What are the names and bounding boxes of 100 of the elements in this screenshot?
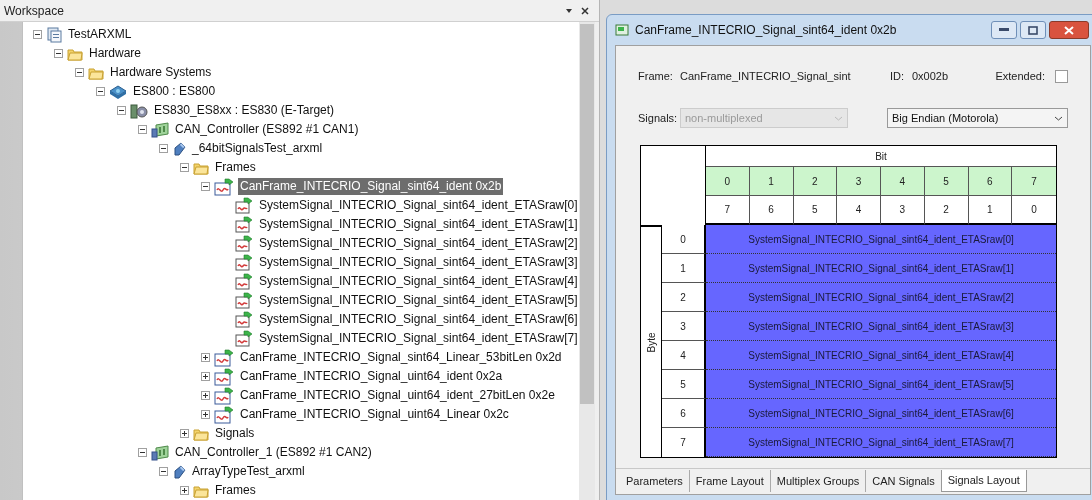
tree-item[interactable]: ArrayTypeTest_arxml [190,463,307,480]
collapse-button[interactable] [201,182,210,191]
tree-item[interactable]: CanFrame_INTECRIO_Signal_uint64_Linear 0x2c [238,406,511,423]
expand-button[interactable] [201,410,210,419]
expand-button[interactable] [180,486,189,495]
tree-item[interactable]: TestARXML [66,26,134,43]
collapse-button[interactable] [117,106,126,115]
tree-item[interactable]: CanFrame_INTECRIO_Signal_uint64_ident 0x2a [238,368,505,385]
tab[interactable]: Frame Layout [689,470,771,492]
frame-id-value: 0x002b [912,68,950,84]
dropdown-arrow-icon[interactable] [565,7,573,14]
tab[interactable]: CAN Signals [866,470,941,492]
bit-number: 3 [881,196,925,225]
tree-item[interactable]: Hardware [87,45,144,62]
tree-item[interactable]: _64bitSignalsTest_arxml [190,140,325,157]
collapse-button[interactable] [159,467,168,476]
frame-icon [214,177,234,196]
maximize-icon [1028,25,1038,35]
tree-item[interactable]: CanFrame_INTECRIO_Signal_sint64_Linear_53bitLen 0x2d [238,349,564,366]
collapse-button[interactable] [54,49,63,58]
close-button[interactable] [1049,21,1089,39]
file-icon [172,140,186,157]
tree-item[interactable]: SystemSignal_INTECRIO_Signal_sint64_ident_ETASraw[4] [257,273,579,290]
frame-icon [214,367,234,386]
tree-item[interactable]: ES800 : ES800 [131,83,218,100]
tree-item[interactable]: SystemSignal_INTECRIO_Signal_sint64_ident_ETASraw[0] [257,197,579,214]
collapse-button[interactable] [138,125,147,134]
bit-number: 4 [837,196,881,225]
tree-item[interactable]: SystemSignal_INTECRIO_Signal_sint64_ident_ETASraw[1] [257,216,579,233]
tree-item[interactable]: SystemSignal_INTECRIO_Signal_sint64_ident_ETASraw[2] [257,235,579,252]
signal-icon [235,292,253,309]
field-label: Frame: [638,68,674,84]
collapse-button[interactable] [75,68,84,77]
close-icon[interactable] [581,6,589,15]
tree-item[interactable]: CanFrame_INTECRIO_Signal_uint64_ident_27bitLen 0x2e [238,387,557,404]
frame-name-value: CanFrame_INTECRIO_Signal_sint [680,68,852,84]
document-stack-icon [46,26,62,43]
tree-item[interactable]: SystemSignal_INTECRIO_Signal_sint64_ident_ETASraw[5] [257,292,579,309]
bit-number: 1 [749,167,794,196]
signal-block[interactable]: SystemSignal_INTECRIO_Signal_sint64_ident_ETASraw[2] [706,283,1056,312]
tree-item[interactable]: Frames [213,159,258,176]
bit-number: 5 [793,196,838,225]
field-label: ID: [890,68,906,84]
chevron-down-icon [834,115,843,121]
expand-button[interactable] [201,353,210,362]
signal-icon [235,216,253,233]
scrollbar[interactable] [579,22,595,500]
tree-item[interactable]: SystemSignal_INTECRIO_Signal_sint64_ident_ETASraw[3] [257,254,579,271]
bit-number: 2 [793,167,838,196]
tree-item[interactable]: CanFrame_INTECRIO_Signal_sint64_ident 0x2b [238,178,504,195]
signal-icon [235,273,253,290]
expand-button[interactable] [201,391,210,400]
signal-block[interactable]: SystemSignal_INTECRIO_Signal_sint64_ident_ETASraw[4] [706,341,1056,370]
tree-item[interactable]: Hardware Systems [108,64,214,81]
collapse-button[interactable] [96,87,105,96]
collapse-button[interactable] [180,163,189,172]
tree-item[interactable]: SystemSignal_INTECRIO_Signal_sint64_ident_ETASraw[6] [257,311,579,328]
tree-item[interactable]: CAN_Controller_1 (ES892 #1 CAN2) [173,444,374,461]
tree-item[interactable]: Signals [213,425,257,442]
frame-icon [214,386,234,405]
tree-item[interactable]: Frames [213,482,258,499]
bit-number: 7 [1012,167,1056,196]
collapse-button[interactable] [159,144,168,153]
module-icon [130,101,148,120]
field-label: Signals: [638,110,679,126]
bit-number: 3 [837,167,881,196]
close-icon [1064,25,1074,35]
signal-icon [235,330,253,347]
signal-block[interactable]: SystemSignal_INTECRIO_Signal_sint64_ident_ETASraw[3] [706,312,1056,341]
signal-block[interactable]: SystemSignal_INTECRIO_Signal_sint64_ident_ETASraw[7] [706,428,1056,457]
extended-checkbox[interactable] [1055,69,1068,83]
signal-block[interactable]: SystemSignal_INTECRIO_Signal_sint64_ident_ETASraw[1] [706,254,1056,283]
signal-block[interactable]: SystemSignal_INTECRIO_Signal_sint64_ident_ETASraw[0] [706,225,1056,254]
collapse-button[interactable] [33,30,42,39]
bit-number: 1 [968,196,1013,225]
bit-number: 0 [706,167,750,196]
tree-item[interactable]: ES830_ES8xx : ES830 (E-Target) [152,102,337,119]
bit-number: 7 [706,196,750,225]
chevron-down-icon [1054,115,1063,121]
tab[interactable]: Multiplex Groups [770,470,867,492]
frame-icon [214,405,234,424]
bit-number: 4 [881,167,925,196]
byte-order-dropdown[interactable]: Big Endian (Motorola) [887,108,1068,128]
field-label: Extended: [995,68,1045,84]
signal-icon [235,311,253,328]
window-icon [615,24,629,36]
collapse-button[interactable] [138,448,147,457]
minimize-button[interactable] [991,21,1017,39]
tab[interactable]: Parameters [620,470,690,492]
expand-button[interactable] [201,372,210,381]
tab[interactable]: Signals Layout [940,470,1027,492]
maximize-button[interactable] [1020,21,1046,39]
scrollbar-thumb[interactable] [580,24,594,404]
expand-button[interactable] [180,429,189,438]
tree-item[interactable]: SystemSignal_INTECRIO_Signal_sint64_ident_ETASraw[7] [257,330,579,347]
signal-block[interactable]: SystemSignal_INTECRIO_Signal_sint64_ident_ETASraw[6] [706,399,1056,428]
signal-icon [235,197,253,214]
signal-block[interactable]: SystemSignal_INTECRIO_Signal_sint64_ident_ETASraw[5] [706,370,1056,399]
window-title: CanFrame_INTECRIO_Signal_sint64_ident 0x2b [635,22,898,39]
tree-item[interactable]: CAN_Controller (ES892 #1 CAN1) [173,121,361,138]
